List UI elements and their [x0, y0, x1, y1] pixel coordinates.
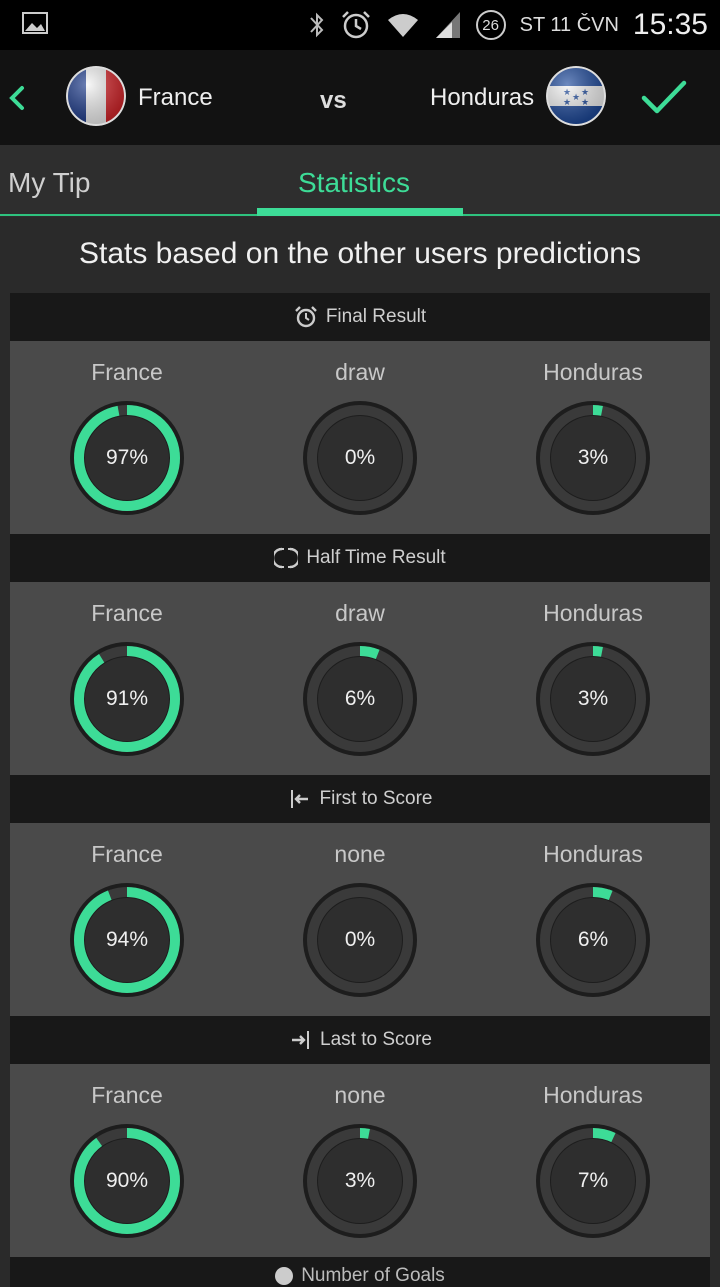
- stat-label: France: [91, 600, 163, 626]
- stat-percentage: 97%: [105, 446, 149, 469]
- percentage-ring: 90%: [69, 1123, 185, 1239]
- stat-percentage: 6%: [577, 928, 609, 951]
- home-team-name: France: [138, 84, 213, 111]
- honduras-flag-icon: ★★ ★ ★★: [546, 66, 606, 126]
- signal-icon: [435, 12, 460, 38]
- section-title: Last to Score: [320, 1029, 432, 1050]
- stat-item: Honduras 7%: [476, 1082, 710, 1239]
- section-header: Last to Score: [10, 1016, 710, 1064]
- stat-item: none 3%: [243, 1082, 477, 1239]
- section-body: France 90% none 3% Honduras 7%: [10, 1064, 710, 1257]
- stat-item: France 90%: [10, 1082, 244, 1239]
- percentage-ring: 97%: [69, 400, 185, 516]
- vs-label: vs: [320, 87, 347, 114]
- last-to-score-icon: [288, 1028, 312, 1052]
- stat-item: France 97%: [10, 359, 244, 516]
- section-body: France 97% draw 0% Honduras 3%: [10, 341, 710, 534]
- percentage-ring: 0%: [302, 882, 418, 998]
- page-subtitle: Stats based on the other users predictio…: [78, 237, 641, 270]
- half-time-icon: [274, 546, 299, 570]
- stat-percentage: 0%: [344, 446, 376, 469]
- section-title: Half Time Result: [306, 547, 446, 568]
- stat-label: Honduras: [543, 600, 643, 626]
- percentage-ring: 3%: [535, 400, 651, 516]
- away-team-name: Honduras: [430, 84, 535, 111]
- percentage-ring: 91%: [69, 641, 185, 757]
- alarm-icon: [341, 11, 370, 39]
- stat-percentage: 3%: [344, 1169, 376, 1192]
- section-title: Number of Goals: [301, 1265, 445, 1286]
- stat-percentage: 3%: [577, 446, 609, 469]
- stat-percentage: 91%: [105, 687, 149, 710]
- section-header: First to Score: [10, 775, 710, 823]
- section-title: First to Score: [319, 788, 433, 809]
- status-date: ST 11 ČVN: [519, 13, 619, 36]
- section-body: France 94% none 0% Honduras 6%: [10, 823, 710, 1016]
- stat-percentage: 94%: [105, 928, 149, 951]
- confirm-check-icon[interactable]: [640, 78, 688, 118]
- stat-label: France: [91, 359, 163, 385]
- back-chevron-icon[interactable]: [4, 80, 32, 116]
- first-to-score-icon: [288, 787, 312, 811]
- section-body: France 91% draw 6% Honduras 3%: [10, 582, 710, 775]
- stat-label: none: [334, 1082, 386, 1108]
- section-header: Final Result: [10, 293, 710, 341]
- stat-label: none: [334, 841, 386, 867]
- percentage-ring: 94%: [69, 882, 185, 998]
- stat-percentage: 0%: [344, 928, 376, 951]
- stat-label: France: [91, 841, 163, 867]
- stat-item: Honduras 3%: [476, 359, 710, 516]
- percentage-ring: 7%: [535, 1123, 651, 1239]
- stat-percentage: 7%: [577, 1169, 609, 1192]
- stat-item: Honduras 3%: [476, 600, 710, 757]
- section-header: Half Time Result: [10, 534, 710, 582]
- match-header: France vs Honduras ★★ ★ ★★: [0, 50, 720, 145]
- tab-statistics[interactable]: Statistics: [298, 167, 410, 199]
- stat-item: France 94%: [10, 841, 244, 998]
- tab-active-indicator: [257, 208, 463, 216]
- section-header-next: Number of Goals: [10, 1257, 710, 1287]
- stat-percentage: 6%: [344, 687, 376, 710]
- section-title: Final Result: [325, 306, 427, 327]
- image-notification-icon: [22, 12, 48, 34]
- stats-list[interactable]: Final Result France 97% draw 0% Honduras 3% Hal…: [10, 293, 710, 1287]
- bluetooth-icon: [309, 12, 324, 38]
- wifi-icon: [387, 14, 418, 37]
- stat-item: draw 6%: [243, 600, 477, 757]
- stat-label: draw: [335, 600, 385, 626]
- stat-item: Honduras 6%: [476, 841, 710, 998]
- alarm-clock-icon: [294, 305, 318, 329]
- status-bar: 26 ST 11 ČVN 15:35: [0, 0, 720, 50]
- tab-bar: My Tip Statistics: [0, 145, 720, 217]
- stat-item: draw 0%: [243, 359, 477, 516]
- ball-icon: [275, 1266, 294, 1285]
- tab-my-tip[interactable]: My Tip: [8, 167, 90, 199]
- percentage-ring: 3%: [302, 1123, 418, 1239]
- percentage-ring: 6%: [302, 641, 418, 757]
- status-time: 15:35: [632, 8, 708, 41]
- percentage-ring: 6%: [535, 882, 651, 998]
- stat-label: Honduras: [543, 359, 643, 385]
- stat-item: France 91%: [10, 600, 244, 757]
- france-flag-icon: [66, 66, 126, 126]
- stat-label: Honduras: [543, 841, 643, 867]
- stat-item: none 0%: [243, 841, 477, 998]
- stat-percentage: 3%: [577, 687, 609, 710]
- stat-label: draw: [335, 359, 385, 385]
- stat-label: France: [91, 1082, 163, 1108]
- percentage-ring: 3%: [535, 641, 651, 757]
- stat-percentage: 90%: [105, 1169, 149, 1192]
- stat-label: Honduras: [543, 1082, 643, 1108]
- temperature-badge: 26: [475, 10, 506, 40]
- percentage-ring: 0%: [302, 400, 418, 516]
